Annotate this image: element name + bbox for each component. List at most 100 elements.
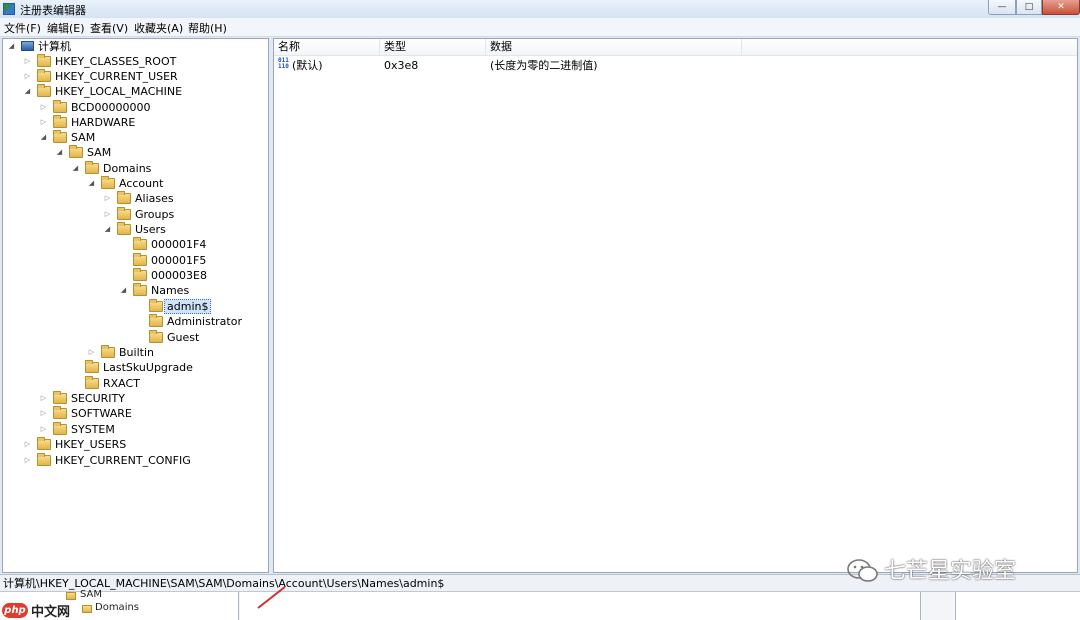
close-button[interactable]: ✕ [1042,0,1080,15]
folder-icon [53,422,67,435]
tree-node-label: HKEY_LOCAL_MACHINE [55,85,183,98]
folder-icon [101,345,115,358]
collapse-arrow-icon[interactable]: ◢ [23,84,32,99]
folder-icon [53,115,67,128]
tree-node-label: Groups [135,208,175,221]
status-path: 计算机\HKEY_LOCAL_MACHINE\SAM\SAM\Domains\A… [3,577,445,590]
regedit-app-icon [3,3,15,15]
folder-icon [85,161,99,174]
title-bar: 注册表编辑器 — □ ✕ [0,0,1080,19]
collapse-arrow-icon[interactable]: ◢ [71,161,80,176]
computer-icon [21,41,34,51]
collapse-arrow-icon[interactable]: ◢ [7,39,16,54]
folder-icon [37,437,51,450]
folder-icon [149,299,163,312]
collapse-arrow-icon[interactable]: ◢ [87,176,96,191]
tree-node-label: SECURITY [71,392,125,405]
folder-icon [69,145,83,158]
tree-node-label: SAM [71,131,96,144]
menu-favorites[interactable]: 收藏夹(A) [134,20,183,36]
php-site-text: 中文网 [31,605,71,620]
expand-arrow-icon[interactable]: ▷ [23,453,32,468]
column-header-name[interactable]: 名称 [274,39,380,55]
folder-icon [101,176,115,189]
tree-node-label: SOFTWARE [71,407,132,420]
wechat-logo-icon [847,559,878,582]
window-title: 注册表编辑器 [20,4,86,17]
collapse-arrow-icon[interactable]: ◢ [55,145,64,160]
tree-node-label: 000001F5 [151,254,207,267]
value-type: 0x3e8 [384,59,419,72]
tree-node-label: 000003E8 [151,269,207,282]
expand-arrow-icon[interactable]: ▷ [39,115,48,130]
expand-arrow-icon[interactable]: ▷ [23,54,32,69]
tree-node-label-selected: admin$ [164,299,212,314]
tree-node-label: Guest [167,331,200,344]
expand-arrow-icon[interactable]: ▷ [87,345,96,360]
expand-arrow-icon[interactable]: ▷ [103,191,112,206]
folder-icon [53,406,67,419]
tree-node-label: Administrator [167,315,242,328]
tree-node-label: Users [135,223,166,236]
tree-node-label: SYSTEM [71,423,115,436]
background-node-label: SAM [80,589,103,600]
expand-arrow-icon[interactable]: ▷ [23,69,32,84]
expand-arrow-icon[interactable]: ▷ [39,422,48,437]
folder-icon [37,84,51,97]
tree-node-label: Account [119,177,164,190]
folder-icon [117,222,131,235]
folder-icon [117,191,131,204]
folder-icon [133,283,147,296]
collapse-arrow-icon[interactable]: ◢ [39,130,48,145]
menu-bar: 文件(F) 编辑(E) 查看(V) 收藏夹(A) 帮助(H) [0,18,1080,37]
tree-node-label: Domains [103,162,152,175]
maximize-button[interactable]: □ [1016,0,1042,15]
column-header-type[interactable]: 类型 [380,39,486,55]
values-list[interactable]: 名称 类型 数据 011 110 (默认) 0x3e8 (长度为零的二进制值) [273,38,1078,573]
folder-icon [85,376,99,389]
folder-icon [53,100,67,113]
tree-node-label: HARDWARE [71,116,136,129]
expand-arrow-icon[interactable]: ▷ [103,207,112,222]
expand-arrow-icon[interactable]: ▷ [39,391,48,406]
menu-file[interactable]: 文件(F) [4,20,41,36]
menu-edit[interactable]: 编辑(E) [47,20,85,36]
tree-node-label: SAM [87,146,112,159]
background-node-label: Domains [95,602,140,613]
folder-icon [133,268,147,281]
tree-node-label: HKEY_CURRENT_CONFIG [55,454,191,467]
folder-icon [117,207,131,220]
expand-arrow-icon[interactable]: ▷ [39,100,48,115]
collapse-arrow-icon[interactable]: ◢ [119,283,128,298]
tree-node-label: HKEY_CURRENT_USER [55,70,178,83]
tree-node-label: HKEY_USERS [55,438,127,451]
minimize-button[interactable]: — [988,0,1016,15]
folder-icon [149,330,163,343]
tree-node-label: HKEY_CLASSES_ROOT [55,55,177,68]
collapse-arrow-icon[interactable]: ◢ [103,222,112,237]
expand-arrow-icon[interactable]: ▷ [23,437,32,452]
tree-node-label: 000001F4 [151,238,207,251]
background-list-pane [240,592,921,620]
folder-icon [37,453,51,466]
folder-icon [53,391,67,404]
background-side-pane [955,592,1080,620]
tree-node-label: Builtin [119,346,154,359]
folder-icon [82,605,92,613]
tree-node-label: RXACT [103,377,140,390]
value-name: (默认) [292,59,323,72]
expand-arrow-icon[interactable]: ▷ [39,406,48,421]
folder-icon [85,360,99,373]
value-data: (长度为零的二进制值) [490,59,598,72]
menu-view[interactable]: 查看(V) [90,20,128,36]
background-window: SAM Domains [0,589,1080,620]
watermark-text: 七芒星实验室 [884,559,1017,584]
folder-icon [66,592,76,600]
folder-icon [133,237,147,250]
column-header-data[interactable]: 数据 [486,39,742,55]
tree-node-label: Aliases [135,192,174,205]
registry-tree[interactable]: ◢ 计算机 ▷ HKEY_CLASSES_ROOT ▷ HKEY_CURRENT… [2,38,269,573]
menu-help[interactable]: 帮助(H) [188,20,227,36]
binary-value-icon: 011 110 [278,57,289,70]
folder-icon [53,130,67,143]
